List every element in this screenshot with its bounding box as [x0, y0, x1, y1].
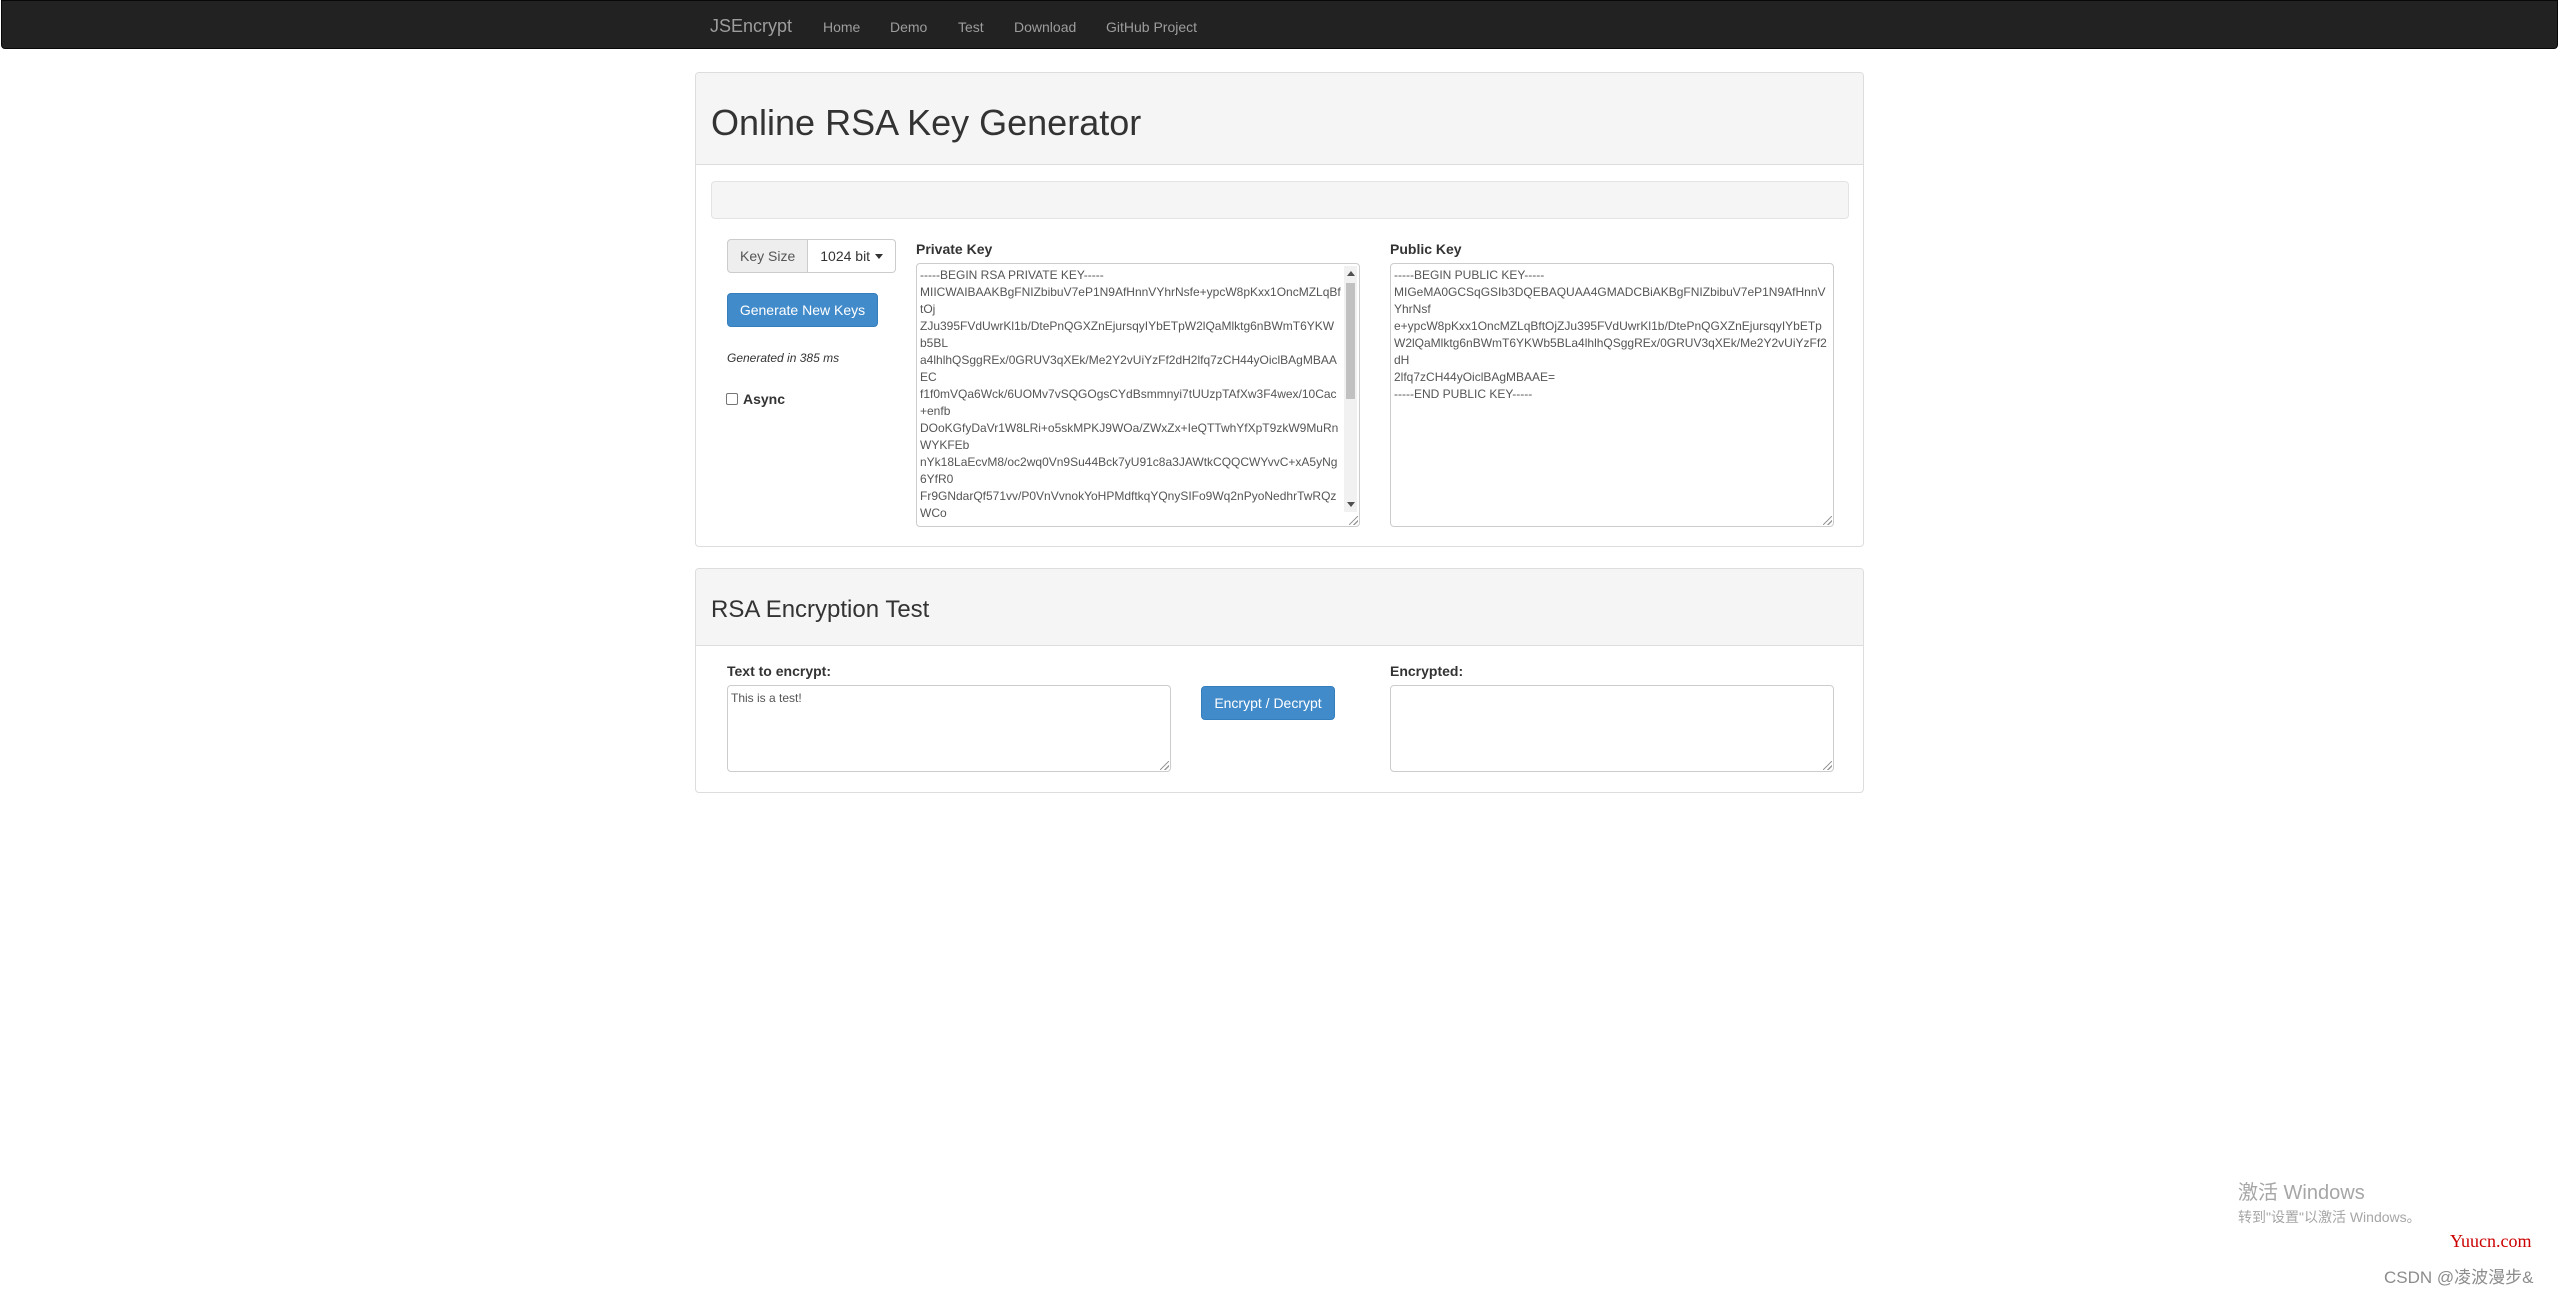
nav-item-test[interactable]: Test [958, 19, 984, 35]
brand-link[interactable]: JSEncrypt [710, 16, 792, 36]
windows-activation-subtitle: 转到"设置"以激活 Windows。 [2238, 1209, 2421, 1225]
site-watermark: Yuucn.com [2450, 1231, 2532, 1251]
scroll-up-arrow-icon[interactable] [1347, 271, 1355, 276]
private-key-textarea[interactable]: -----BEGIN RSA PRIVATE KEY----- MIICWAIB… [916, 263, 1360, 527]
private-key-label: Private Key [916, 241, 993, 257]
generation-time: Generated in 385 ms [727, 351, 840, 365]
encrypted-textarea[interactable] [1390, 685, 1834, 772]
private-key-text: -----BEGIN RSA PRIVATE KEY----- MIICWAIB… [920, 268, 1341, 520]
key-size-label: Key Size [727, 239, 809, 273]
text-to-encrypt-value: This is a test! [731, 691, 802, 705]
resize-grip-icon[interactable] [1160, 761, 1169, 770]
caret-down-icon [875, 253, 884, 259]
nav-item-demo[interactable]: Demo [890, 19, 927, 35]
async-option: Async [726, 391, 785, 407]
nav-item-github-project[interactable]: GitHub Project [1106, 19, 1197, 35]
nav-item-home[interactable]: Home [823, 19, 860, 35]
key-size-group: Key Size 1024 bit [727, 239, 897, 273]
resize-grip-icon[interactable] [1823, 761, 1832, 770]
async-checkbox[interactable] [726, 393, 738, 405]
resize-grip-icon[interactable] [1823, 516, 1832, 525]
status-well [711, 181, 1849, 219]
public-key-text: -----BEGIN PUBLIC KEY----- MIGeMA0GCSqGS… [1394, 268, 1827, 401]
public-key-label: Public Key [1390, 241, 1462, 257]
scroll-down-arrow-icon[interactable] [1347, 502, 1355, 507]
windows-activation-title: 激活 Windows [2238, 1182, 2365, 1204]
page-title: Online RSA Key Generator [711, 102, 1142, 143]
scroll-thumb[interactable] [1346, 283, 1355, 399]
csdn-credit: CSDN @凌波漫步& [2384, 1268, 2534, 1287]
key-generator-heading: Online RSA Key Generator [696, 73, 1863, 165]
nav-item-download[interactable]: Download [1014, 19, 1076, 35]
key-size-dropdown[interactable]: 1024 bit [808, 239, 897, 273]
text-to-encrypt-textarea[interactable]: This is a test! [727, 685, 1171, 772]
encrypted-label: Encrypted: [1390, 663, 1464, 679]
text-to-encrypt-label: Text to encrypt: [727, 663, 831, 679]
key-size-value: 1024 bit [820, 248, 871, 264]
key-generator-panel: Online RSA Key Generator Key Size 1024 b… [695, 72, 1864, 547]
public-key-textarea[interactable]: -----BEGIN PUBLIC KEY----- MIGeMA0GCSqGS… [1390, 263, 1834, 527]
resize-grip-icon[interactable] [1349, 516, 1358, 525]
generate-keys-button[interactable]: Generate New Keys [727, 293, 878, 327]
encryption-test-title: RSA Encryption Test [711, 596, 930, 623]
encryption-test-heading: RSA Encryption Test [696, 569, 1863, 646]
async-label: Async [743, 391, 786, 407]
encryption-test-panel: RSA Encryption Test Text to encrypt: Thi… [695, 568, 1864, 793]
private-key-scrollbar[interactable] [1344, 266, 1357, 512]
top-navbar: JSEncrypt Home Demo Test Download GitHub… [1, 0, 2558, 49]
encrypt-decrypt-button[interactable]: Encrypt / Decrypt [1201, 686, 1335, 720]
